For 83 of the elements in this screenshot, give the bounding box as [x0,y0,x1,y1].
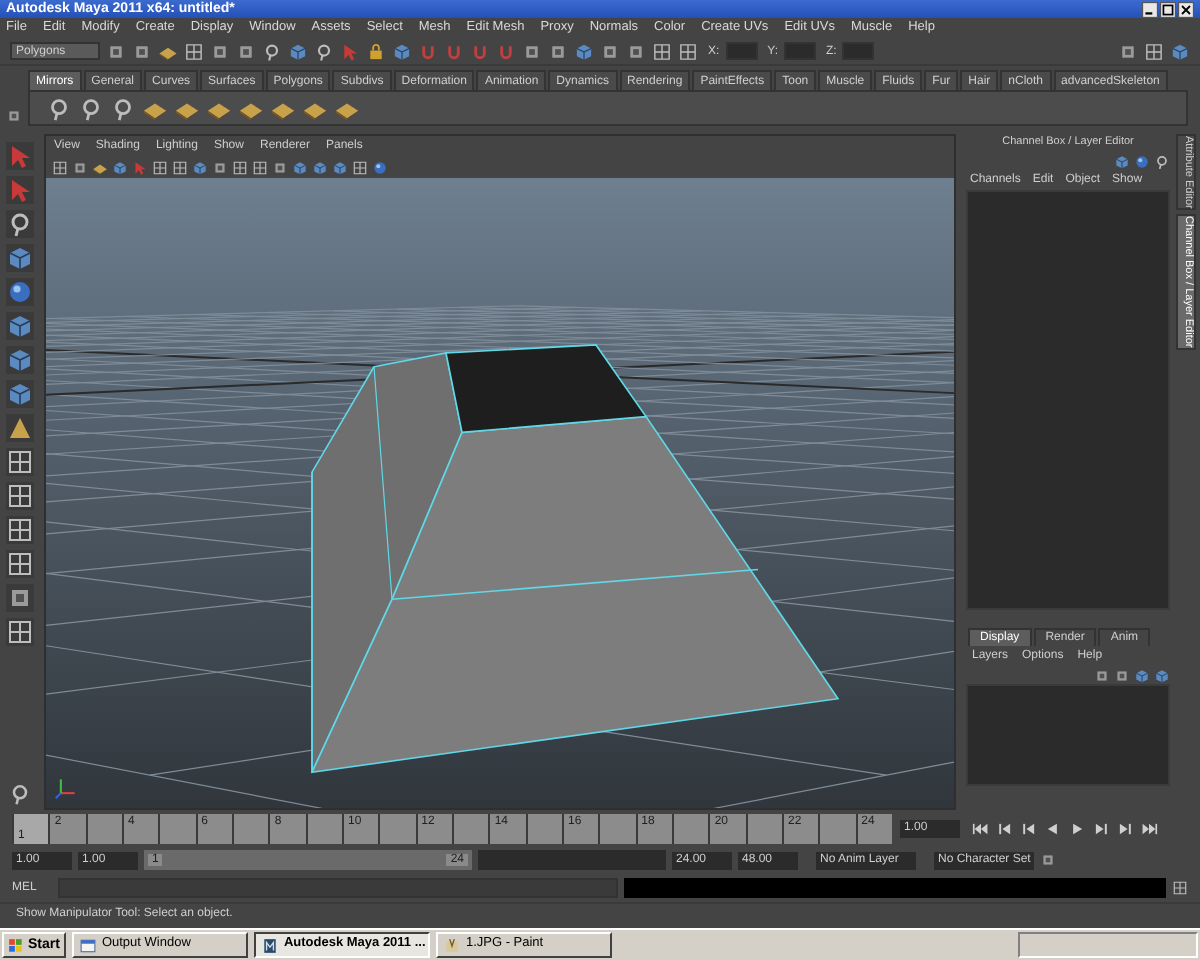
square-icon[interactable] [522,41,542,61]
cube-icon[interactable] [6,346,34,374]
windows-logo-icon [8,937,24,953]
skip-forward-icon[interactable] [1140,819,1158,837]
maya-icon [261,937,278,953]
square-icon[interactable] [212,159,228,175]
axis-icon [54,776,78,800]
cube-icon[interactable] [192,159,208,175]
lock-icon[interactable] [366,41,386,61]
grid-icon[interactable] [184,41,204,61]
square-icon[interactable] [6,584,34,612]
play-backward-icon[interactable] [1044,819,1062,837]
loop-icon[interactable] [8,782,32,806]
cube-icon[interactable] [574,41,594,61]
square-icon[interactable] [72,159,88,175]
step-forward-icon[interactable] [1092,819,1110,837]
square-icon[interactable] [106,41,126,61]
coordinate-field[interactable] [725,42,758,60]
window-icon [79,937,96,953]
close-icon[interactable] [1178,1,1194,17]
loop-icon[interactable] [110,95,136,121]
square-icon[interactable] [626,41,646,61]
cube-icon[interactable] [392,41,412,61]
sphere-icon[interactable] [372,159,388,175]
grid-icon[interactable] [232,159,248,175]
grid-icon[interactable] [1172,880,1188,896]
step-back-icon[interactable] [996,819,1014,837]
grid-icon[interactable] [6,516,34,544]
cube-icon[interactable] [6,380,34,408]
skip-back-icon[interactable] [972,819,990,837]
square-icon[interactable] [1040,852,1056,868]
cube-icon[interactable] [6,312,34,340]
square-icon[interactable] [132,41,152,61]
play-icon[interactable] [1068,819,1086,837]
square-icon[interactable] [548,41,568,61]
grid-icon[interactable] [6,482,34,510]
square-icon[interactable] [272,159,288,175]
cube-icon[interactable] [288,41,308,61]
grid-icon[interactable] [172,159,188,175]
step-back-icon[interactable] [1020,819,1038,837]
sphere-icon[interactable] [6,278,34,306]
cone-icon[interactable] [6,414,34,442]
cube-icon[interactable] [332,159,348,175]
square-icon[interactable] [1118,41,1138,61]
square-icon[interactable] [6,108,22,124]
loop-icon[interactable] [6,210,34,238]
sphere-icon[interactable] [1134,153,1150,169]
square-icon[interactable] [600,41,620,61]
square-icon[interactable] [236,41,256,61]
minimize-icon[interactable] [1142,1,1158,17]
grid-icon[interactable] [52,159,68,175]
arrow-icon[interactable] [6,142,34,170]
square-icon[interactable] [1094,667,1110,683]
cube-icon[interactable] [292,159,308,175]
loop-icon[interactable] [314,41,334,61]
cube-icon[interactable] [6,244,34,272]
step-forward-icon[interactable] [1116,819,1134,837]
loop-icon[interactable] [1154,153,1170,169]
grid-icon[interactable] [6,448,34,476]
paint-icon [443,937,460,953]
cube-icon[interactable] [1134,667,1150,683]
loop-icon[interactable] [262,41,282,61]
maximize-icon[interactable] [1160,1,1176,17]
grid-icon[interactable] [1144,41,1164,61]
grid-icon[interactable] [6,618,34,646]
grid-icon[interactable] [6,550,34,578]
tile-icon[interactable] [92,159,108,175]
grid-icon[interactable] [252,159,268,175]
square-icon[interactable] [210,41,230,61]
cube-icon[interactable] [1154,667,1170,683]
grid-icon[interactable] [678,41,698,61]
coordinate-field[interactable] [842,42,875,60]
coordinate-field[interactable] [784,42,817,60]
cube-icon[interactable] [112,159,128,175]
loop-icon[interactable] [78,95,104,121]
loop-icon[interactable] [46,95,72,121]
grid-icon[interactable] [652,41,672,61]
square-icon[interactable] [1114,667,1130,683]
grid-icon[interactable] [352,159,368,175]
grid-icon[interactable] [152,159,168,175]
cube-icon[interactable] [1114,153,1130,169]
cube-icon[interactable] [312,159,328,175]
cube-icon[interactable] [1170,41,1190,61]
